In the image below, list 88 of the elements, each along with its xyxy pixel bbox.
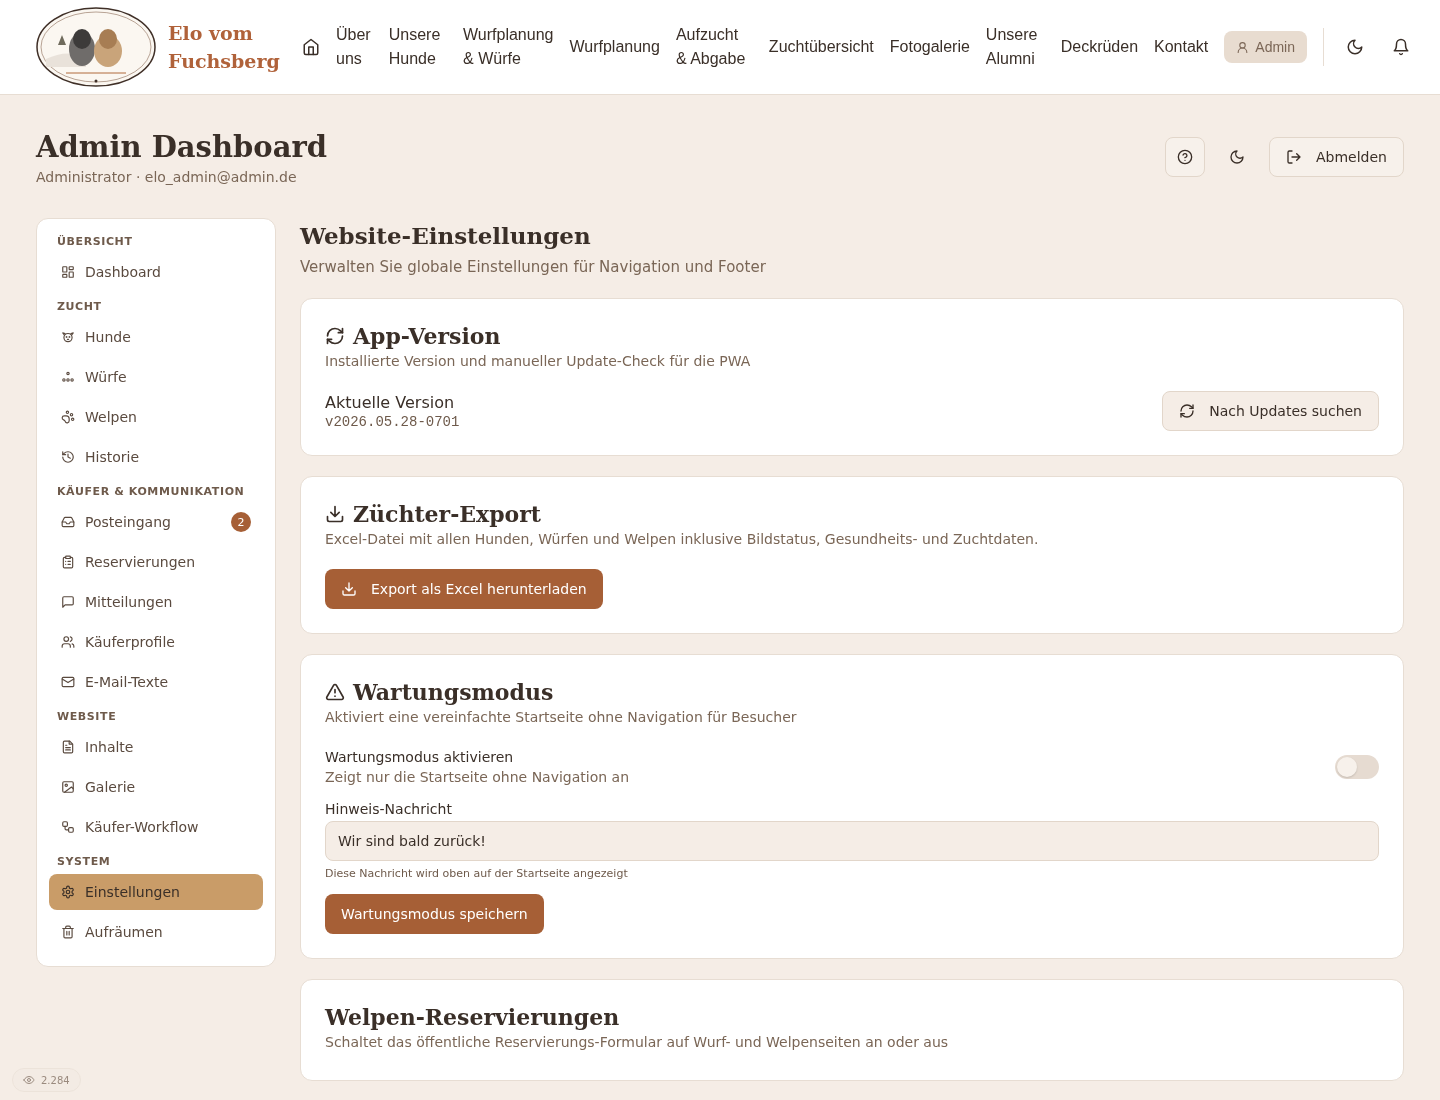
- sidebar-item[interactable]: Welpen: [49, 399, 263, 435]
- dots-icon: [61, 370, 75, 384]
- nav-link[interactable]: Wurfplanung: [569, 35, 660, 59]
- version-number: v2026.05.28-0701: [325, 413, 460, 430]
- sidebar-item[interactable]: Käuferprofile: [49, 624, 263, 660]
- section-heading: KÄUFER & KOMMUNIKATION: [56, 485, 246, 498]
- sidebar-item[interactable]: Aufräumen: [49, 914, 263, 950]
- user-icon: [1236, 40, 1250, 54]
- help-button[interactable]: [1165, 137, 1205, 177]
- view-count: 2.284: [41, 1074, 70, 1086]
- mail-icon: [61, 675, 75, 689]
- card-description: Aktiviert eine vereinfachte Startseite ohne Navigation für Besucher: [325, 709, 798, 725]
- section-heading: ÜBERSICHT: [56, 235, 134, 248]
- trash-icon: [61, 925, 75, 939]
- admin-button[interactable]: Admin: [1224, 31, 1307, 63]
- sidebar-item[interactable]: Posteingang 2: [49, 504, 263, 540]
- section-heading: SYSTEM: [56, 855, 112, 868]
- nav-link[interactable]: Aufzucht & Abgabe: [675, 23, 753, 71]
- export-button[interactable]: Export als Excel herunterladen: [325, 569, 603, 609]
- card-description: Excel-Datei mit allen Hunden, Würfen und Welpen inklusive Bildstatus, Gesundheits- und Zuchtdaten.: [325, 531, 1040, 547]
- nav-link[interactable]: Unsere Alumni: [985, 23, 1045, 71]
- image-icon: [61, 780, 75, 794]
- people-icon: [61, 635, 75, 649]
- nav-link[interactable]: Deckrüden: [1060, 35, 1139, 59]
- settings-icon: [61, 885, 75, 899]
- logout-icon: [1286, 149, 1302, 165]
- history-icon: [61, 450, 75, 464]
- nav-link[interactable]: Zuchtübersicht: [768, 35, 874, 59]
- nav-link[interactable]: Über uns: [336, 23, 373, 71]
- refresh-icon: [325, 326, 345, 346]
- card-title: Züchter-Export: [353, 500, 542, 529]
- count-badge: 2: [231, 512, 251, 532]
- sidebar-item[interactable]: E-Mail-Texte: [49, 664, 263, 700]
- card-description: Schaltet das öffentliche Reservierungs-Formular auf Wurf- und Welpenseiten an oder aus: [325, 1034, 950, 1050]
- sidebar-item[interactable]: Käufer-Workflow: [49, 809, 263, 845]
- page-title: Admin Dashboard: [36, 129, 327, 165]
- sidebar-item[interactable]: Mitteilungen: [49, 584, 263, 620]
- sidebar-item[interactable]: Inhalte: [49, 729, 263, 765]
- section-heading: WEBSITE: [56, 710, 118, 723]
- page-subtitle: Administrator · elo_admin@admin.de: [36, 169, 298, 185]
- moon-icon: [1229, 149, 1245, 165]
- save-button[interactable]: Wartungsmodus speichern: [325, 894, 544, 934]
- sidebar-item[interactable]: Reservierungen: [49, 544, 263, 580]
- sidebar-item[interactable]: Einstellungen: [49, 874, 263, 910]
- section-heading: ZUCHT: [56, 300, 103, 313]
- grid-icon: [61, 265, 75, 279]
- home-link[interactable]: [302, 38, 320, 56]
- sidebar-item[interactable]: Hunde: [49, 319, 263, 355]
- card-description: Installierte Version und manueller Update-Check für die PWA: [325, 353, 752, 369]
- document-icon: [61, 740, 75, 754]
- sidebar-item[interactable]: Historie: [49, 439, 263, 475]
- logout-button[interactable]: Abmelden: [1269, 137, 1404, 177]
- sidebar-item[interactable]: Würfe: [49, 359, 263, 395]
- section-subtitle: Verwalten Sie globale Einstellungen für Navigation und Footer: [300, 258, 767, 276]
- brand-name: Elo vom Fuchsberg: [168, 21, 281, 74]
- check-updates-button[interactable]: Nach Updates suchen: [1162, 391, 1379, 431]
- nav-link[interactable]: Kontakt: [1154, 35, 1209, 59]
- clipboard-icon: [61, 555, 75, 569]
- refresh-icon: [1179, 403, 1196, 419]
- card-title: Wartungsmodus: [353, 678, 554, 707]
- message-field[interactable]: Wir sind bald zurück!: [325, 821, 1379, 861]
- nav-link[interactable]: Fotogalerie: [889, 35, 970, 59]
- nav-link[interactable]: Unsere Hunde: [388, 23, 448, 71]
- download-icon: [341, 581, 357, 597]
- inbox-icon: [61, 515, 75, 529]
- card-title: App-Version: [353, 322, 501, 351]
- field-help-text: Diese Nachricht wird oben auf der Startseite angezeigt: [325, 867, 629, 880]
- help-icon: [1177, 149, 1193, 165]
- moon-icon: [1346, 38, 1364, 56]
- field-label: Hinweis-Nachricht: [325, 801, 453, 817]
- section-title: Website-Einstellungen: [300, 221, 592, 251]
- toggle-switch[interactable]: [1335, 755, 1379, 779]
- warning-icon: [325, 682, 345, 702]
- download-icon: [325, 504, 345, 524]
- field-label: Aktuelle Version: [325, 392, 456, 412]
- sidebar-item[interactable]: Dashboard: [49, 254, 263, 290]
- paw-icon: [61, 410, 75, 424]
- home-icon: [302, 38, 320, 56]
- speech-bubble-icon: [61, 595, 75, 609]
- bell-icon: [1392, 38, 1410, 56]
- toggle-label: Wartungsmodus aktivieren: [325, 749, 515, 765]
- eye-icon: [23, 1074, 35, 1086]
- card-title: Welpen-Reservierungen: [325, 1003, 620, 1032]
- nav-link[interactable]: Wurfplanung & Würfe: [463, 23, 554, 71]
- sidebar-item[interactable]: Galerie: [49, 769, 263, 805]
- dog-icon: [61, 330, 75, 344]
- toggle-hint: Zeigt nur die Startseite ohne Navigation an: [325, 769, 630, 785]
- workflow-icon: [61, 820, 75, 834]
